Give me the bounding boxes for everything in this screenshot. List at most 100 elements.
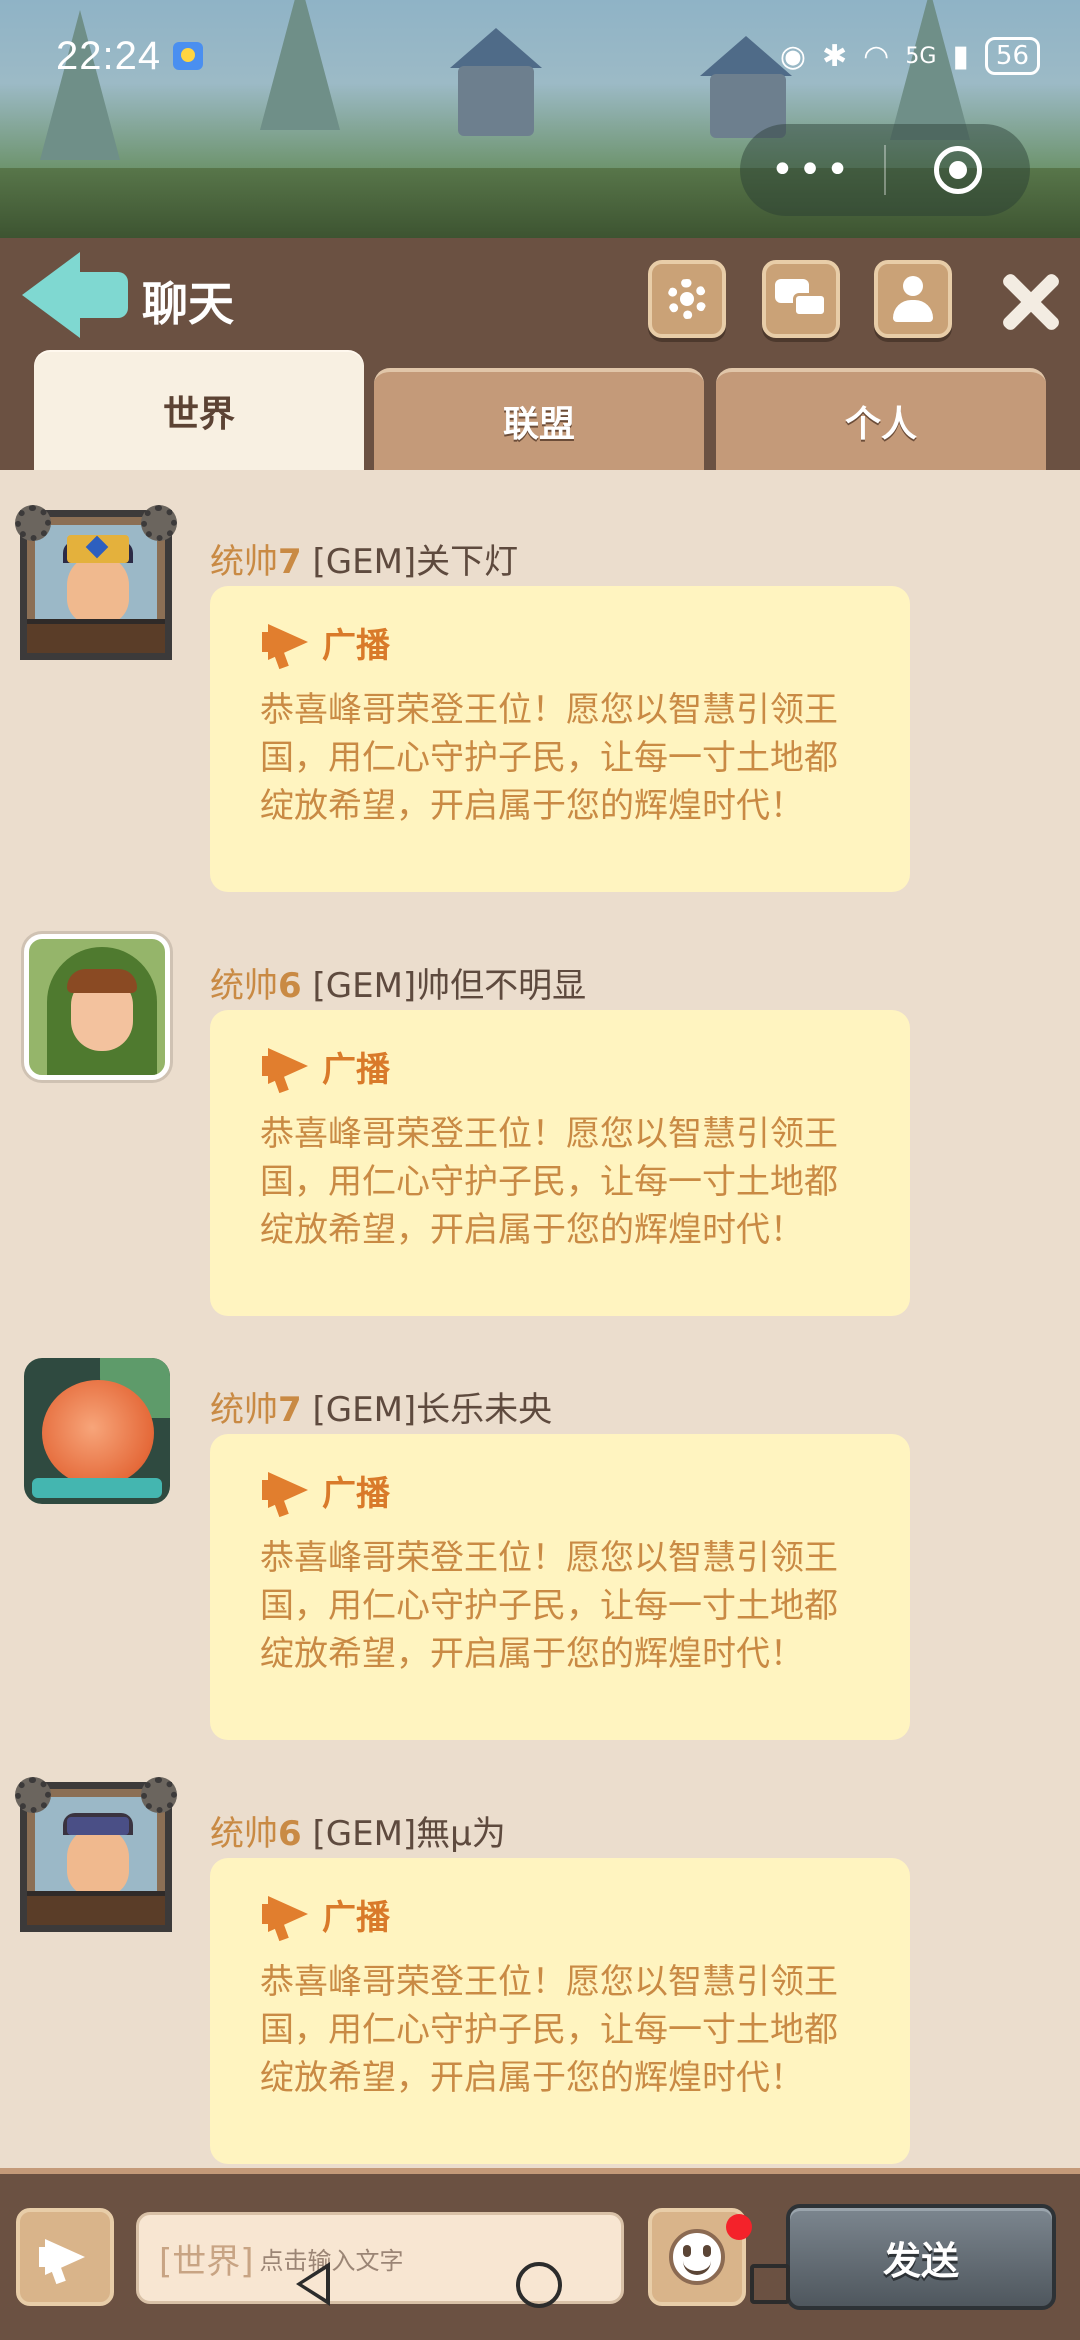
megaphone-icon: [260, 1462, 316, 1518]
tab-world[interactable]: 世界: [34, 352, 364, 470]
megaphone-icon: [260, 614, 316, 670]
plain-frame: [24, 934, 170, 1080]
frame-base: [32, 1478, 162, 1498]
message-text: 恭喜峰哥荣登王位！愿您以智慧引领王国，用仁心守护子民，让每一寸土地都绽放希望，开…: [260, 1538, 838, 1674]
orb-avatar[interactable]: [20, 1358, 172, 1508]
sender-line: 统帅7 [GEM]关下灯: [210, 534, 518, 583]
message-text: 恭喜峰哥荣登王位！愿您以智慧引领王国，用仁心守护子民，让每一寸土地都绽放希望，开…: [260, 1962, 838, 2098]
rank-label: 统帅7: [210, 1390, 302, 1430]
cog-icon: [15, 505, 51, 541]
close-icon[interactable]: [994, 266, 1066, 338]
notification-dot: [726, 2214, 752, 2240]
list-item: 统帅6 [GEM]無µ为 广播 恭喜峰哥荣登王位！愿您以智慧引领王国，用仁心守护…: [0, 1752, 1080, 2168]
close-miniprogram-button[interactable]: [886, 146, 1030, 194]
signal-icon: ▮: [952, 38, 969, 74]
target-icon: [933, 146, 982, 194]
battery-indicator: 56: [984, 37, 1040, 75]
sender-line: 统帅7 [GEM]长乐未央: [210, 1382, 552, 1431]
broadcast-header: 广播: [260, 1460, 870, 1520]
sender-name: [GEM]帅但不明显: [312, 966, 587, 1006]
hooded-avatar[interactable]: [20, 934, 172, 1084]
channel-prefix: [世界]: [159, 2241, 254, 2282]
broadcast-tag: 广播: [322, 1473, 390, 1514]
eye-icon: ◉: [779, 38, 807, 74]
avatar-hair: [67, 969, 137, 993]
megaphone-icon: [37, 2229, 93, 2285]
list-item: 统帅7 [GEM]关下灯 广播 恭喜峰哥荣登王位！愿您以智慧引领王国，用仁心守护…: [0, 480, 1080, 900]
more-menu-button[interactable]: •••: [740, 147, 884, 193]
message-bubble[interactable]: 广播 恭喜峰哥荣登王位！愿您以智慧引领王国，用仁心守护子民，让每一寸土地都绽放希…: [210, 1858, 910, 2164]
chain-frame: [15, 1777, 177, 1932]
profile-button[interactable]: [874, 260, 952, 338]
network-label: 5G: [905, 43, 937, 69]
headband-icon: [67, 1817, 129, 1835]
cog-icon: [141, 1777, 177, 1813]
stone-frame: [24, 1358, 170, 1504]
sender-line: 统帅6 [GEM]無µ为: [210, 1806, 506, 1855]
megaphone-icon: [260, 1886, 316, 1942]
bluetooth-icon: ✱: [822, 38, 848, 74]
input-placeholder: 点击输入文字: [259, 2246, 404, 2275]
page-title: 聊天: [142, 277, 234, 331]
status-bar: 22:24 ◉ ✱ ◠ 5G ▮ 56: [56, 26, 1040, 86]
rank-level: 6: [278, 966, 302, 1006]
back-button[interactable]: [22, 252, 128, 338]
rank-level: 7: [278, 1390, 302, 1430]
send-button[interactable]: 发送: [786, 2204, 1056, 2310]
broadcast-tag: 广播: [322, 1049, 390, 1090]
message-input[interactable]: [世界] 点击输入文字: [136, 2212, 624, 2304]
frame-bar: [27, 1891, 165, 1925]
rank-level: 7: [278, 542, 302, 582]
message-list[interactable]: 统帅7 [GEM]关下灯 广播 恭喜峰哥荣登王位！愿您以智慧引领王国，用仁心守护…: [0, 470, 1080, 2168]
cog-icon: [141, 505, 177, 541]
rank-prefix: 统帅: [210, 1390, 278, 1430]
avatar-face: [67, 555, 129, 625]
settings-button[interactable]: [648, 260, 726, 338]
message-bubble[interactable]: 广播 恭喜峰哥荣登王位！愿您以智慧引领王国，用仁心守护子民，让每一寸土地都绽放希…: [210, 1434, 910, 1740]
smiley-icon: [669, 2229, 725, 2285]
chat-header: 聊天 世界 联盟 个人: [0, 238, 1080, 470]
message-bubble[interactable]: 广播 恭喜峰哥荣登王位！愿您以智慧引领王国，用仁心守护子民，让每一寸土地都绽放希…: [210, 586, 910, 892]
sender-line: 统帅6 [GEM]帅但不明显: [210, 958, 586, 1007]
rank-label: 统帅7: [210, 542, 302, 582]
broadcast-header: 广播: [260, 1036, 870, 1096]
tab-personal[interactable]: 个人: [716, 368, 1046, 470]
rank-label: 统帅6: [210, 1814, 302, 1854]
broadcast-header: 广播: [260, 1884, 870, 1944]
sender-name: [GEM]無µ为: [312, 1814, 506, 1854]
rank-prefix: 统帅: [210, 966, 278, 1006]
wifi-icon: ◠: [863, 38, 890, 74]
list-item: 统帅6 [GEM]帅但不明显 广播 恭喜峰哥荣登王位！愿您以智慧引领王国，用仁心…: [0, 904, 1080, 1324]
person-body: [893, 300, 933, 322]
broadcast-tag: 广播: [322, 625, 390, 666]
broadcast-header: 广播: [260, 612, 870, 672]
broadcast-button[interactable]: [16, 2208, 114, 2306]
person-head: [903, 276, 923, 296]
person-icon: [893, 276, 933, 322]
status-icons: ◉ ✱ ◠ 5G ▮ 56: [780, 37, 1040, 75]
rank-prefix: 统帅: [210, 542, 278, 582]
weather-icon: [173, 42, 204, 70]
rank-level: 6: [278, 1814, 302, 1854]
message-text: 恭喜峰哥荣登王位！愿您以智慧引领王国，用仁心守护子民，让每一寸土地都绽放希望，开…: [260, 1114, 838, 1250]
megaphone-icon: [260, 1038, 316, 1094]
gear-icon: [667, 279, 707, 319]
broadcast-tag: 广播: [322, 1897, 390, 1938]
chain-frame: [15, 505, 177, 660]
king-avatar[interactable]: [15, 505, 177, 660]
rank-label: 统帅6: [210, 966, 302, 1006]
sender-name: [GEM]关下灯: [312, 542, 519, 582]
cog-icon: [15, 1777, 51, 1813]
back-arrow-shaft: [72, 272, 128, 318]
chat-rooms-button[interactable]: [762, 260, 840, 338]
avatar-face: [67, 1827, 129, 1897]
tab-alliance[interactable]: 联盟: [374, 368, 704, 470]
frame-bar: [27, 619, 165, 653]
miniprogram-capsule: •••: [740, 124, 1030, 216]
list-item: 统帅7 [GEM]长乐未央 广播 恭喜峰哥荣登王位！愿您以智慧引领王国，用仁心守…: [0, 1328, 1080, 1748]
rank-prefix: 统帅: [210, 1814, 278, 1854]
chat-input-bar: [世界] 点击输入文字 发送: [0, 2168, 1080, 2340]
warrior-avatar[interactable]: [15, 1777, 177, 1932]
message-bubble[interactable]: 广播 恭喜峰哥荣登王位！愿您以智慧引领王国，用仁心守护子民，让每一寸土地都绽放希…: [210, 1010, 910, 1316]
sender-name: [GEM]长乐未央: [312, 1390, 553, 1430]
